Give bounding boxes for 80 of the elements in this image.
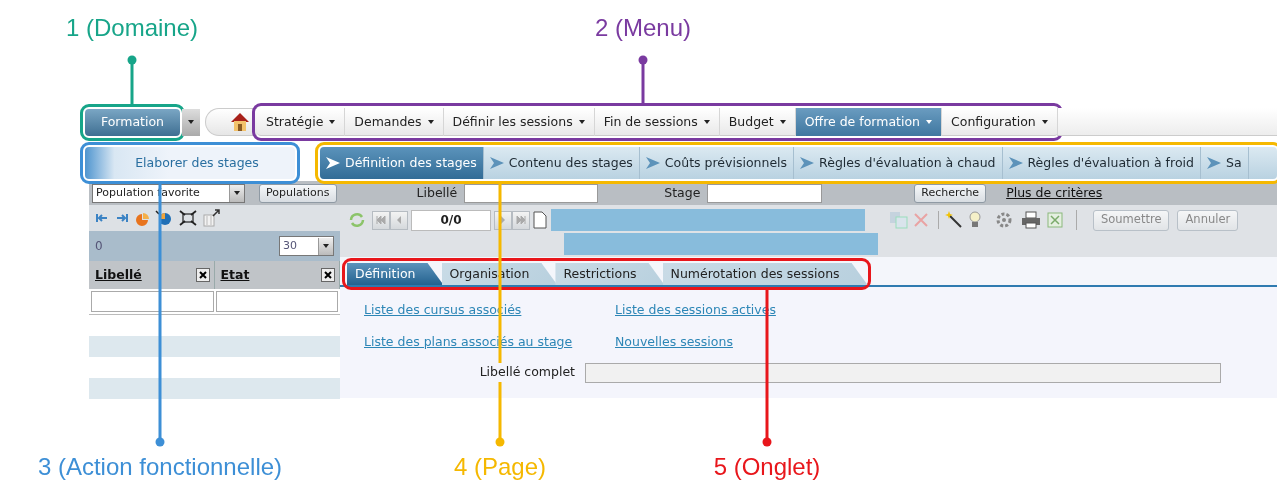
wand-icon[interactable]: [945, 211, 963, 229]
page-tab[interactable]: Sa: [1200, 147, 1249, 179]
page-tab[interactable]: Règles d'évaluation à chaud: [794, 147, 1003, 179]
chevron-icon: [800, 157, 815, 169]
menu-item[interactable]: Budget: [719, 108, 796, 136]
populations-button[interactable]: Populations: [259, 183, 337, 203]
chevron-icon: [326, 157, 340, 169]
annotation-label: 5 (Onglet): [713, 455, 821, 479]
column-header[interactable]: Etat: [220, 265, 250, 285]
filter-field[interactable]: [91, 291, 214, 312]
caret-icon: [427, 120, 434, 124]
page-tab[interactable]: Définition des stages: [320, 147, 484, 179]
spreadsheet-icon[interactable]: [1047, 212, 1063, 228]
pie-chart-icon[interactable]: [135, 210, 149, 226]
annotation-label: 1 (Domaine): [65, 16, 198, 40]
column-header[interactable]: Libellé: [95, 265, 142, 285]
lightbulb-icon[interactable]: [969, 211, 981, 229]
link[interactable]: Nouvelles sessions: [615, 332, 866, 352]
menu-item[interactable]: Configuration: [942, 108, 1058, 136]
expand-icon[interactable]: [179, 210, 197, 226]
chevron-icon: [645, 157, 660, 169]
close-button[interactable]: [195, 268, 210, 282]
page-tab[interactable]: Coûts prévisionnels: [639, 147, 795, 179]
first-icon[interactable]: [95, 212, 109, 224]
menu-item[interactable]: Définir les sessions: [443, 108, 595, 136]
menu-item[interactable]: Stratégie: [257, 108, 346, 136]
leader-line: [638, 55, 648, 105]
last-icon[interactable]: [115, 212, 129, 224]
more-criteria-link[interactable]: Plus de critères: [1006, 183, 1103, 203]
annotation-label: 4 (Page): [453, 455, 547, 479]
next-icon: [500, 216, 506, 224]
filter-field[interactable]: [215, 291, 338, 312]
last-page-button[interactable]: [512, 210, 530, 230]
chevron-icon: [1206, 157, 1221, 169]
caret-icon: [779, 120, 786, 124]
export-icon[interactable]: [203, 209, 221, 227]
pie-chart-icon[interactable]: [155, 210, 173, 226]
close-icon: [324, 271, 332, 279]
tab[interactable]: Numérotation des sessions: [662, 263, 868, 285]
first-page-button[interactable]: [372, 210, 390, 230]
home-button[interactable]: [205, 108, 257, 136]
house-icon: [229, 111, 251, 133]
tab[interactable]: Définition: [347, 263, 444, 285]
menu-item[interactable]: Fin de sessions: [594, 108, 720, 136]
annotation-label: 3 (Action fonctionnelle): [37, 455, 283, 479]
count-text: 0: [95, 238, 103, 255]
page-size-select[interactable]: 30: [279, 236, 334, 256]
first-icon: [376, 216, 386, 224]
search-button[interactable]: Recherche: [914, 183, 987, 203]
chevron-icon: [489, 157, 504, 169]
field-label: Libellé: [416, 183, 458, 202]
pager-field[interactable]: 0/0: [411, 209, 491, 231]
menu-item[interactable]: Offre de formation: [795, 108, 942, 136]
caret-icon: [926, 120, 932, 124]
gear-icon[interactable]: [995, 211, 1013, 229]
previous-icon: [396, 216, 402, 224]
previous-page-button[interactable]: [390, 210, 408, 230]
page-tab[interactable]: Contenu des stages: [483, 147, 640, 179]
caret-icon: [1041, 120, 1048, 124]
refresh-icon[interactable]: [348, 211, 366, 229]
printer-icon[interactable]: [1021, 211, 1041, 229]
close-icon: [198, 271, 207, 279]
input-field[interactable]: [464, 183, 599, 203]
tab[interactable]: Restrictions: [555, 263, 665, 285]
leader-line: [127, 55, 137, 106]
input-field[interactable]: [585, 362, 1221, 383]
chevron-icon: [1008, 157, 1023, 169]
page-tab[interactable]: Règles d'évaluation à froid: [1002, 147, 1201, 179]
caret-icon: [578, 120, 585, 124]
field-label: Stage: [664, 183, 701, 202]
last-icon: [516, 216, 526, 224]
caret-icon: [329, 120, 336, 124]
delete-icon[interactable]: [913, 212, 929, 228]
menu-item[interactable]: Demandes: [345, 108, 444, 136]
close-button[interactable]: [321, 268, 335, 282]
caret-icon: [703, 120, 710, 124]
input-field[interactable]: [707, 183, 823, 203]
document-icon[interactable]: [533, 211, 547, 229]
dropdown-button[interactable]: [182, 108, 200, 136]
annotation-label: 2 (Menu): [594, 16, 691, 40]
